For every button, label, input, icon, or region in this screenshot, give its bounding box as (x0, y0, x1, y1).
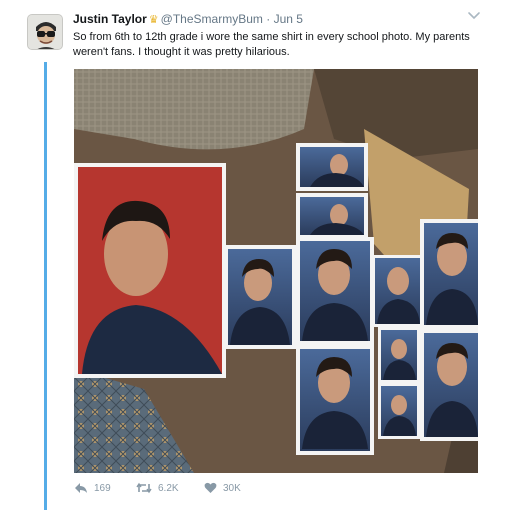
retweet-icon (136, 482, 152, 494)
tweet-date[interactable]: Jun 5 (274, 12, 303, 26)
retweet-count: 6.2K (158, 482, 179, 494)
author-handle[interactable]: @TheSmarmyBum (161, 12, 263, 26)
tweet-text: So from 6th to 12th grade i wore the sam… (73, 31, 470, 58)
separator: · (266, 12, 271, 26)
reply-button[interactable]: 169 (74, 482, 111, 494)
retweet-button[interactable]: 6.2K (136, 482, 179, 494)
crown-icon: ♛ (148, 14, 159, 26)
like-count: 30K (223, 482, 241, 494)
tweet-header: Justin Taylor ♛ @TheSmarmyBum · Jun 5 (73, 12, 303, 26)
reply-icon (75, 483, 87, 493)
author-name[interactable]: Justin Taylor (73, 12, 147, 26)
reply-count: 169 (94, 482, 111, 494)
thread-line (44, 62, 47, 510)
heart-icon (204, 482, 217, 493)
chevron-down-icon[interactable] (466, 10, 482, 22)
like-button[interactable]: 30K (204, 482, 241, 494)
avatar[interactable] (27, 14, 63, 50)
tweet-photo[interactable] (74, 69, 478, 473)
